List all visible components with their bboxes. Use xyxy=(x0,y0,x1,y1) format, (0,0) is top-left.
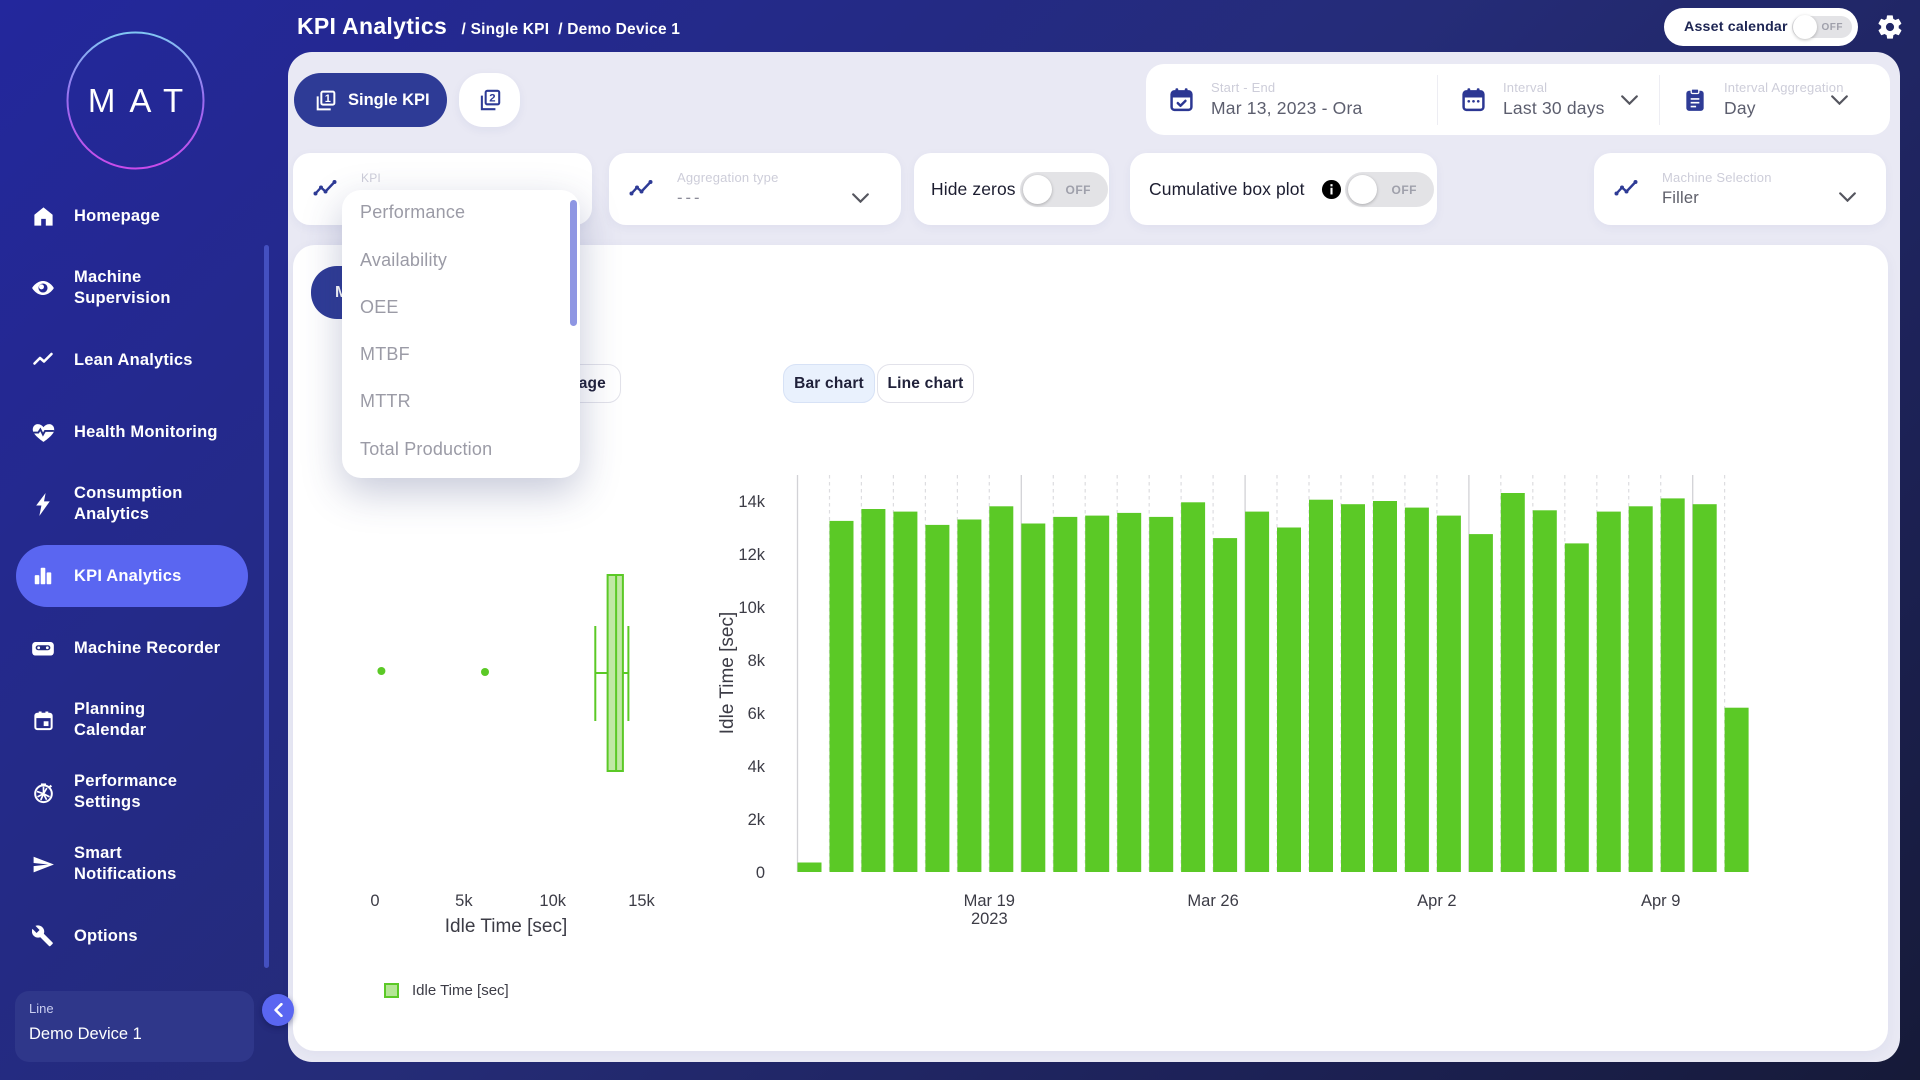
svg-text:12k: 12k xyxy=(738,546,765,564)
svg-text:5k: 5k xyxy=(455,892,473,910)
svg-text:Apr 9: Apr 9 xyxy=(1641,892,1680,910)
svg-text:8k: 8k xyxy=(748,652,766,670)
svg-text:6k: 6k xyxy=(748,705,766,723)
svg-text:2: 2 xyxy=(489,93,495,105)
svg-text:0: 0 xyxy=(370,892,379,910)
svg-text:Apr 2: Apr 2 xyxy=(1417,892,1456,910)
svg-text:2k: 2k xyxy=(748,811,766,829)
svg-text:1: 1 xyxy=(325,93,331,105)
svg-text:2023: 2023 xyxy=(971,910,1008,928)
svg-text:4k: 4k xyxy=(748,758,766,776)
svg-text:10k: 10k xyxy=(738,599,765,617)
svg-text:Idle Time [sec]: Idle Time [sec] xyxy=(445,916,568,937)
svg-text:Mar 19: Mar 19 xyxy=(964,892,1015,910)
svg-text:Idle Time [sec]: Idle Time [sec] xyxy=(717,612,738,735)
svg-text:14k: 14k xyxy=(738,493,765,511)
svg-text:15k: 15k xyxy=(628,892,655,910)
svg-text:10k: 10k xyxy=(539,892,566,910)
svg-text:Mar 26: Mar 26 xyxy=(1187,892,1238,910)
svg-text:0: 0 xyxy=(756,864,765,882)
